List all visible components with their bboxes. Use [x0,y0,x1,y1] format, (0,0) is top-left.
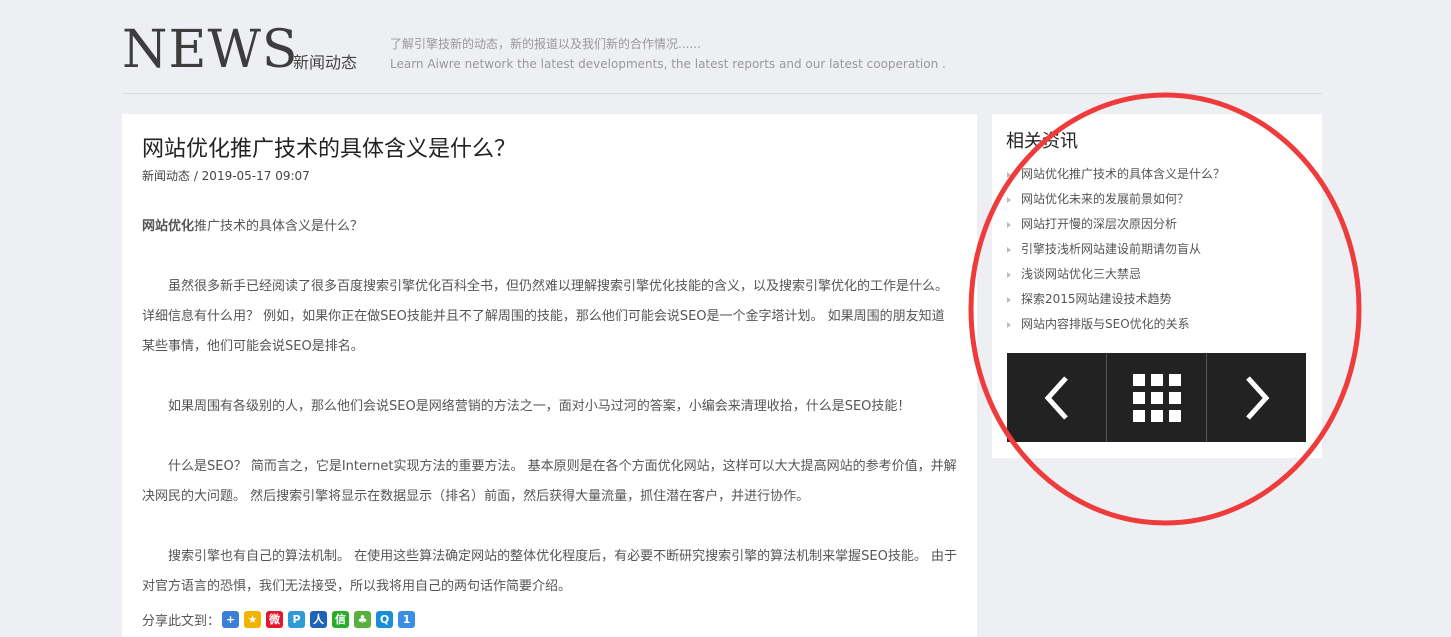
weibo-icon[interactable]: 微 [266,611,284,628]
related-news-panel: 相关资讯 网站优化推广技术的具体含义是什么？ 网站优化未来的发展前景如何？ 网站… [992,114,1322,458]
header-description: 了解引擎技新的动态，新的报道以及我们新的合作情况...... Learn Aiw… [390,34,946,74]
more-share-icon[interactable]: + [222,611,240,628]
article-paragraph: 搜索引擎也有自己的算法机制。 在使用这些算法确定网站的整体优化程度后，有必要不断… [142,549,957,594]
related-news-item[interactable]: 网站内容排版与SEO优化的关系 [1006,312,1306,337]
news-header: NEWS 新闻动态 了解引擎技新的动态，新的报道以及我们新的合作情况......… [122,20,1322,94]
wechat-icon[interactable]: 信 [332,611,350,628]
page: NEWS 新闻动态 了解引擎技新的动态，新的报道以及我们新的合作情况......… [0,0,1451,637]
article-paragraph: 什么是SEO？ 简而言之，它是Internet实现方法的重要方法。 基本原则是在… [142,459,957,504]
qq-icon[interactable]: Q [376,611,394,628]
lead-keyword-link[interactable]: 网站优化 [142,219,194,234]
share-bar: 分享此文到： + ★ 微 P 人信 ♣ Q 1 [142,610,416,629]
chevron-right-icon [1245,375,1269,420]
lead-text: 推广技术的具体含义是什么？ [194,219,364,234]
related-news-list: 网站优化推广技术的具体含义是什么？ 网站优化未来的发展前景如何？ 网站打开慢的深… [1006,162,1306,337]
article-panel: 网站优化推广技术的具体含义是什么？ 新闻动态 / 2019-05-17 09:0… [122,114,977,637]
article-meta: 新闻动态 / 2019-05-17 09:07 [142,169,310,183]
related-news-item[interactable]: 引擎技浅析网站建设前期请勿盲从 [1006,237,1306,262]
related-news-item[interactable]: 网站优化推广技术的具体含义是什么？ [1006,162,1306,187]
article-pager [1007,353,1306,442]
kaixin-icon[interactable]: ♣ [354,611,372,628]
article-body: 网站优化推广技术的具体含义是什么？ 虽然很多新手已经阅读了很多百度搜索引擎优化百… [142,212,957,602]
qzone-icon[interactable]: ★ [244,611,262,628]
article-paragraph: 虽然很多新手已经阅读了很多百度搜索引擎优化百科全书，但仍然难以理解搜索引擎优化技… [142,279,949,354]
page-title: NEWS [122,20,299,80]
next-article-button[interactable] [1206,353,1306,442]
renren-icon[interactable]: 人 [310,611,328,628]
related-news-item[interactable]: 探索2015网站建设技术趋势 [1006,287,1306,312]
share-icons: + ★ 微 P 人信 ♣ Q 1 [222,611,416,628]
related-news-item[interactable]: 浅谈网站优化三大禁忌 [1006,262,1306,287]
article-lead: 网站优化推广技术的具体含义是什么？ [142,212,957,242]
one-icon[interactable]: 1 [398,611,416,628]
chevron-left-icon [1044,375,1068,420]
header-desc-cn: 了解引擎技新的动态，新的报道以及我们新的合作情况...... [390,37,701,51]
article-title: 网站优化推广技术的具体含义是什么？ [142,137,517,162]
article-paragraph: 如果周围有各级别的人，那么他们会说SEO是网络营销的方法之一，面对小马过河的答案… [168,399,911,414]
related-news-title: 相关资讯 [1006,131,1078,152]
page-subtitle: 新闻动态 [293,53,358,72]
back-to-list-button[interactable] [1106,353,1206,442]
related-news-item[interactable]: 网站打开慢的深层次原因分析 [1006,212,1306,237]
related-news-item[interactable]: 网站优化未来的发展前景如何？ [1006,187,1306,212]
header-desc-en: Learn Aiwre network the latest developme… [390,57,946,71]
share-label: 分享此文到： [142,614,221,629]
tencent-weibo-icon[interactable]: P [288,611,306,628]
grid-icon [1132,373,1181,422]
previous-article-button[interactable] [1007,353,1106,442]
